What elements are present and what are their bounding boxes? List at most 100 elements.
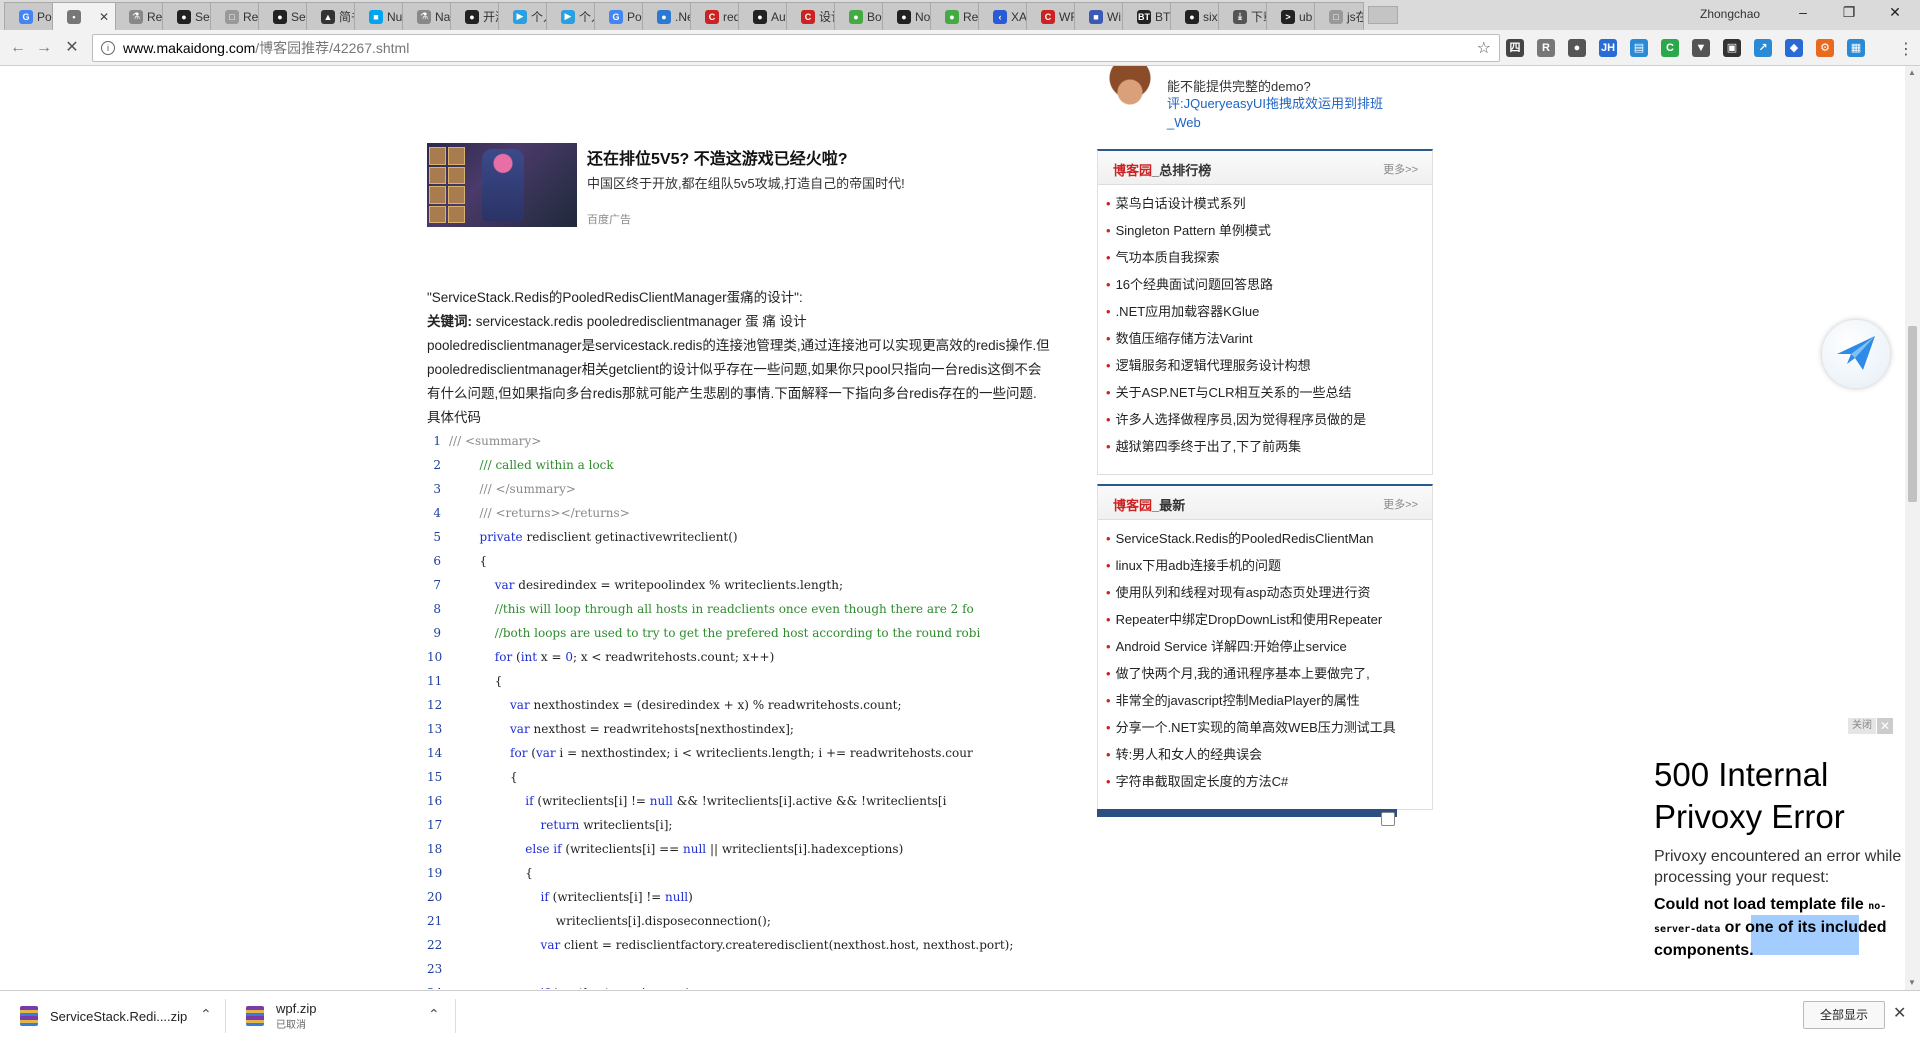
minimize-button[interactable]: –: [1780, 4, 1826, 26]
extension-icon[interactable]: JH: [1599, 39, 1617, 57]
new-tab-button[interactable]: [1368, 6, 1398, 24]
ad-title[interactable]: 还在排位5V5? 不造这游戏已经火啦?: [587, 145, 847, 169]
extension-icon[interactable]: ⚙: [1816, 39, 1834, 57]
profile-name[interactable]: Zhongchao: [1700, 7, 1760, 21]
extension-icon[interactable]: ◆: [1785, 39, 1803, 57]
browser-tab[interactable]: □Rec: [210, 2, 260, 30]
browser-tab[interactable]: Cred: [690, 2, 740, 30]
ad-block[interactable]: 还在排位5V5? 不造这游戏已经火啦? 中国区终于开放,都在组队5v5攻城,打造…: [427, 143, 1067, 227]
latest-list-item[interactable]: 非常全的javascript控制MediaPlayer的属性: [1106, 687, 1432, 714]
ranking-list-item[interactable]: Singleton Pattern 单例模式: [1106, 217, 1432, 244]
browser-tab[interactable]: > ub: [1266, 2, 1316, 30]
latest-more-link[interactable]: 更多>>: [1383, 496, 1418, 512]
browser-tab[interactable]: ●Rec: [930, 2, 980, 30]
extension-icon[interactable]: ●: [1568, 39, 1586, 57]
latest-list-item[interactable]: 转:男人和女人的经典误会: [1106, 741, 1432, 768]
browser-tab[interactable]: ⤓下载: [1218, 2, 1268, 30]
tab-favicon-icon: ⤓: [1233, 9, 1247, 24]
latest-list-item[interactable]: 字符串截取固定长度的方法C#: [1106, 768, 1432, 795]
ranking-list-item[interactable]: .NET应用加载容器KGlue: [1106, 298, 1432, 325]
ranking-list-item[interactable]: 菜鸟白话设计模式系列: [1106, 190, 1432, 217]
extension-icon[interactable]: ▼: [1692, 39, 1710, 57]
latest-list-item[interactable]: 分享一个.NET实现的简单高效WEB压力测试工具: [1106, 714, 1432, 741]
browser-tab[interactable]: ● Aut: [738, 2, 788, 30]
close-download-bar-icon[interactable]: ✕: [1893, 1003, 1906, 1023]
browser-tab[interactable]: □ js在: [1314, 2, 1364, 30]
browser-tab[interactable]: ‹ XA: [978, 2, 1028, 30]
browser-tab[interactable]: ▲简书: [306, 2, 356, 30]
ranking-list-item[interactable]: 越狱第四季终于出了,下了前两集: [1106, 433, 1432, 460]
browser-tab[interactable]: • ✕: [52, 2, 116, 30]
info-icon[interactable]: i: [101, 41, 115, 55]
browser-tab[interactable]: ● sixt: [1170, 2, 1220, 30]
comment-link[interactable]: 评:JQueryeasyUI拖拽成效运用到排班_Web: [1167, 94, 1407, 132]
menu-icon[interactable]: ⋮: [1898, 39, 1914, 59]
line-number: 19: [427, 866, 443, 880]
check-icon[interactable]: [1381, 812, 1395, 826]
extension-icon[interactable]: R: [1537, 39, 1555, 57]
ad-description[interactable]: 中国区终于开放,都在组队5v5攻城,打造自己的帝国时代!: [587, 173, 905, 192]
latest-list-item[interactable]: 使用队列和线程对现有asp动态页处理进行资: [1106, 579, 1432, 606]
browser-tab[interactable]: ● Ser: [258, 2, 308, 30]
tab-close-icon[interactable]: ✕: [99, 10, 109, 24]
extension-icon[interactable]: ▣: [1723, 39, 1741, 57]
privoxy-close-label[interactable]: 关闭: [1848, 718, 1876, 734]
browser-tab[interactable]: ▶个人: [546, 2, 596, 30]
browser-tab[interactable]: C设计: [786, 2, 836, 30]
latest-list-item[interactable]: ServiceStack.Redis的PooledRedisClientMan: [1106, 525, 1432, 552]
browser-tab[interactable]: ● .Ne: [642, 2, 692, 30]
ad-image[interactable]: [427, 143, 577, 227]
address-bar[interactable]: i www.makaidong.com/博客园推荐/42267.shtml ☆: [92, 34, 1500, 62]
browser-tab[interactable]: ⚗ Na: [402, 2, 452, 30]
vertical-scrollbar[interactable]: ▲ ▼: [1905, 66, 1920, 990]
latest-list-item[interactable]: Android Service 详解四:开始停止service: [1106, 633, 1432, 660]
ranking-list-item[interactable]: 数值压缩存储方法Varint: [1106, 325, 1432, 352]
browser-tab[interactable]: C WF: [1026, 2, 1076, 30]
browser-tab[interactable]: ⚗Rec: [114, 2, 164, 30]
download-item[interactable]: ServiceStack.Redi....zip: [20, 991, 187, 1041]
code-token: ; x < readwritehosts.count; x++): [572, 650, 775, 664]
latest-list-item[interactable]: 做了快两个月,我的通讯程序基本上要做完了,: [1106, 660, 1432, 687]
browser-tab[interactable]: ●开源: [450, 2, 500, 30]
latest-list-item[interactable]: Repeater中绑定DropDownList和使用Repeater: [1106, 606, 1432, 633]
bird-float-icon[interactable]: [1822, 320, 1890, 388]
latest-list-item[interactable]: linux下用adb连接手机的问题: [1106, 552, 1432, 579]
extension-icon[interactable]: ↗: [1754, 39, 1772, 57]
ranking-list-item[interactable]: 关于ASP.NET与CLR相互关系的一些总结: [1106, 379, 1432, 406]
chevron-up-icon[interactable]: ⌃: [428, 1006, 440, 1023]
reload-icon[interactable]: ✕: [62, 38, 82, 58]
ranking-list-item[interactable]: 16个经典面试问题回答思路: [1106, 271, 1432, 298]
browser-tab[interactable]: ● No: [882, 2, 932, 30]
download-item[interactable]: wpf.zip 已取消: [246, 991, 316, 1041]
chevron-up-icon[interactable]: ⌃: [200, 1006, 212, 1023]
ranking-list-item[interactable]: 气功本质自我探索: [1106, 244, 1432, 271]
forward-icon[interactable]: →: [34, 38, 54, 58]
code-line: 21 writeclients[i].disposeconnection();: [427, 909, 1097, 933]
ranking-list-item[interactable]: 许多人选择做程序员,因为觉得程序员做的是: [1106, 406, 1432, 433]
browser-tab[interactable]: ▶个人: [498, 2, 548, 30]
page-content: 还在排位5V5? 不造这游戏已经火啦? 中国区终于开放,都在组队5v5攻城,打造…: [0, 66, 1905, 990]
browser-tab[interactable]: ■ Nu: [354, 2, 404, 30]
ranking-list-item[interactable]: 逻辑服务和逻辑代理服务设计构想: [1106, 352, 1432, 379]
extension-icon[interactable]: ▦: [1847, 39, 1865, 57]
back-icon[interactable]: ←: [8, 38, 28, 58]
close-window-button[interactable]: ✕: [1872, 4, 1918, 26]
scroll-down-icon[interactable]: ▼: [1908, 978, 1916, 987]
ranking-more-link[interactable]: 更多>>: [1383, 161, 1418, 177]
extension-icon[interactable]: ▤: [1630, 39, 1648, 57]
scroll-up-icon[interactable]: ▲: [1908, 68, 1916, 77]
show-all-downloads-button[interactable]: 全部显示: [1803, 1001, 1885, 1029]
browser-tab[interactable]: GPoc: [4, 2, 54, 30]
browser-tab[interactable]: ■ Wi: [1074, 2, 1124, 30]
browser-tab[interactable]: ● Bo: [834, 2, 884, 30]
extension-icon[interactable]: C: [1661, 39, 1679, 57]
privoxy-close-icon[interactable]: ✕: [1877, 718, 1893, 734]
bookmark-star-icon[interactable]: ☆: [1477, 38, 1491, 58]
restore-button[interactable]: ❐: [1826, 4, 1872, 26]
browser-tab[interactable]: BTBT 下载: [1122, 2, 1172, 30]
browser-tab[interactable]: GPoc: [594, 2, 644, 30]
browser-tab[interactable]: ● Ser: [162, 2, 212, 30]
extension-icon[interactable]: 四: [1506, 39, 1524, 57]
scrollbar-thumb[interactable]: [1908, 326, 1917, 502]
